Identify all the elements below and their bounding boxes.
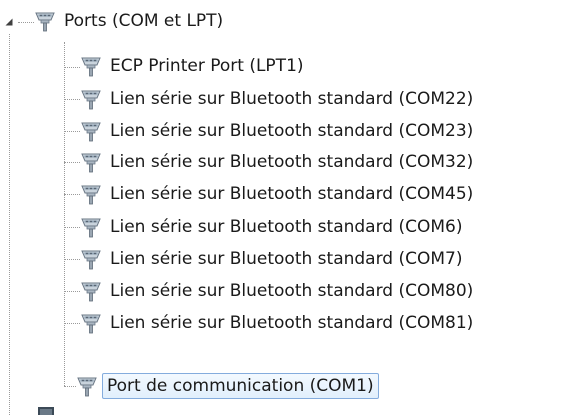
tree-connector-outer bbox=[9, 34, 10, 415]
device-label: ECP Printer Port (LPT1) bbox=[110, 56, 304, 76]
device-item-com7[interactable]: Lien série sur Bluetooth standard (COM7) bbox=[78, 244, 466, 274]
port-icon bbox=[78, 149, 104, 175]
device-label: Lien série sur Bluetooth standard (COM23… bbox=[110, 121, 474, 141]
device-item-com81[interactable]: Lien série sur Bluetooth standard (COM81… bbox=[78, 308, 477, 338]
device-item-com80[interactable]: Lien série sur Bluetooth standard (COM80… bbox=[78, 276, 477, 306]
next-category-icon bbox=[38, 407, 54, 415]
device-item-com1[interactable]: Port de communication (COM1) bbox=[74, 371, 379, 401]
device-label: Lien série sur Bluetooth standard (COM45… bbox=[110, 184, 474, 204]
device-label: Lien série sur Bluetooth standard (COM80… bbox=[110, 281, 474, 301]
port-icon bbox=[78, 246, 104, 272]
device-label: Lien série sur Bluetooth standard (COM7) bbox=[110, 249, 463, 269]
category-ports[interactable]: Ports (COM et LPT) bbox=[32, 6, 227, 36]
port-icon bbox=[78, 86, 104, 112]
port-icon bbox=[78, 53, 104, 79]
port-icon bbox=[78, 214, 104, 240]
device-label: Lien série sur Bluetooth standard (COM32… bbox=[110, 152, 474, 172]
device-item-lpt1[interactable]: ECP Printer Port (LPT1) bbox=[78, 51, 308, 81]
category-label: Ports (COM et LPT) bbox=[64, 11, 224, 31]
device-item-com32[interactable]: Lien série sur Bluetooth standard (COM32… bbox=[78, 147, 477, 177]
device-label: Lien série sur Bluetooth standard (COM6) bbox=[110, 217, 463, 237]
port-icon bbox=[74, 373, 100, 399]
device-item-com22[interactable]: Lien série sur Bluetooth standard (COM22… bbox=[78, 84, 477, 114]
device-label: Lien série sur Bluetooth standard (COM81… bbox=[110, 313, 474, 333]
device-item-com6[interactable]: Lien série sur Bluetooth standard (COM6) bbox=[78, 212, 466, 242]
device-label: Lien série sur Bluetooth standard (COM22… bbox=[110, 89, 474, 109]
port-icon bbox=[78, 278, 104, 304]
device-item-com23[interactable]: Lien série sur Bluetooth standard (COM23… bbox=[78, 116, 477, 146]
port-icon bbox=[78, 118, 104, 144]
collapse-arrow-icon[interactable] bbox=[4, 17, 14, 27]
tree-connector-inner bbox=[64, 42, 65, 386]
port-icon bbox=[78, 181, 104, 207]
device-tree: Ports (COM et LPT) ECP Printer Port (LPT… bbox=[0, 0, 568, 415]
device-label-selected: Port de communication (COM1) bbox=[102, 373, 379, 399]
port-icon bbox=[78, 310, 104, 336]
device-item-com45[interactable]: Lien série sur Bluetooth standard (COM45… bbox=[78, 179, 477, 209]
port-icon bbox=[32, 8, 58, 34]
